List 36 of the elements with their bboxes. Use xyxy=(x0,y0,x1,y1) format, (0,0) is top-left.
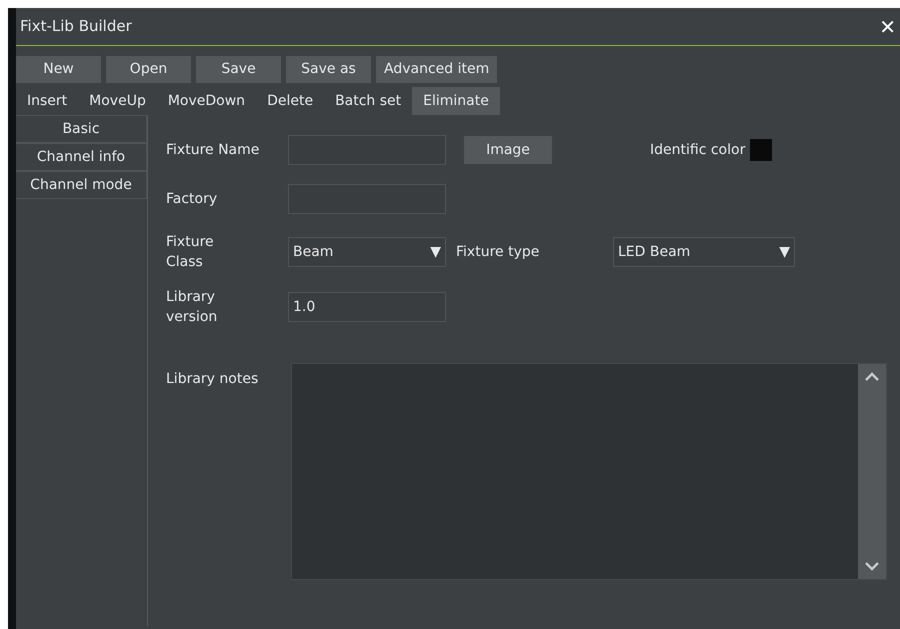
field-label: Library notes xyxy=(166,370,260,390)
field-label: Library version xyxy=(166,288,218,327)
text-field[interactable]: 1.0 xyxy=(288,292,446,322)
window-title: Fixt-Lib Builder xyxy=(20,16,132,38)
dropdown-value: LED Beam xyxy=(618,242,690,262)
field-label: Fixture Class xyxy=(166,233,215,272)
toolbar-button[interactable]: Open xyxy=(106,56,191,83)
sidebar-tab[interactable]: Channel mode xyxy=(16,171,147,199)
field-label: Identific color xyxy=(650,140,746,160)
notes-field[interactable] xyxy=(291,363,887,580)
action-button[interactable]: Batch set xyxy=(324,87,412,115)
scrollbar[interactable] xyxy=(858,364,886,580)
color-swatch[interactable] xyxy=(750,139,772,161)
scroll-up-icon[interactable] xyxy=(865,372,879,382)
dropdown[interactable]: Beam ▼ xyxy=(288,237,446,268)
close-button[interactable]: ✕ xyxy=(875,16,900,36)
field-label: Factory xyxy=(166,190,218,209)
image-button[interactable]: Image xyxy=(464,136,552,164)
action-button[interactable]: Delete xyxy=(256,87,324,115)
caret-icon: ▼ xyxy=(430,242,441,263)
action-button[interactable]: MoveDown xyxy=(156,87,256,115)
sidebar-tab[interactable]: Basic xyxy=(16,115,147,143)
field-label: Fixture type xyxy=(456,242,540,262)
toolbar-button[interactable]: New xyxy=(16,56,101,83)
scroll-down-icon[interactable] xyxy=(865,561,879,572)
action-button[interactable]: Eliminate xyxy=(412,87,500,115)
toolbar-button[interactable]: Save as xyxy=(286,56,371,83)
action-button[interactable]: Insert xyxy=(16,87,78,115)
dropdown[interactable]: LED Beam ▼ xyxy=(613,237,795,268)
field-label: Fixture Name xyxy=(166,140,260,160)
sidebar-tab[interactable]: Channel info xyxy=(16,143,147,171)
toolbar-button[interactable]: Advanced item xyxy=(376,56,498,83)
caret-icon: ▼ xyxy=(779,242,790,263)
toolbar-button[interactable]: Save xyxy=(196,56,281,83)
dropdown-value: Beam xyxy=(293,242,334,262)
action-button[interactable]: MoveUp xyxy=(78,87,157,115)
